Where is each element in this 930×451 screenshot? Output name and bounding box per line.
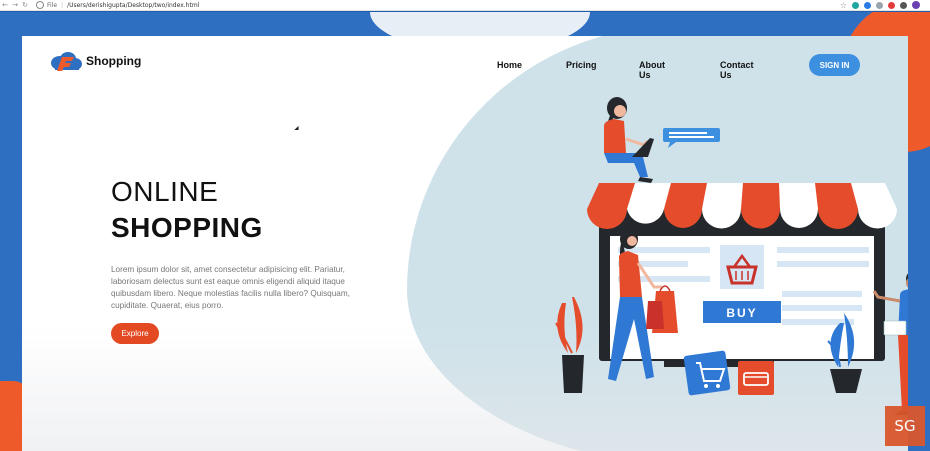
extension-icon[interactable] bbox=[864, 1, 871, 9]
hero-title-line1: ONLINE bbox=[111, 176, 219, 207]
extensions-area: ☆ bbox=[840, 1, 930, 10]
woman-with-laptop-figure bbox=[604, 97, 654, 183]
nav-home[interactable]: Home bbox=[497, 60, 522, 70]
extension-icon[interactable] bbox=[876, 1, 883, 9]
nav-about-us[interactable]: About Us bbox=[639, 60, 665, 80]
browser-toolbar: ← → ↻ File | /Users/derishigupta/Desktop… bbox=[0, 0, 930, 11]
chat-bubble bbox=[663, 128, 720, 148]
back-icon[interactable]: ← bbox=[0, 0, 10, 11]
channel-watermark: SG bbox=[885, 406, 925, 446]
sign-in-button[interactable]: SIGN IN bbox=[809, 54, 860, 76]
cart-box bbox=[683, 350, 731, 396]
logo-text: Shopping bbox=[86, 54, 142, 68]
potted-plant-left bbox=[555, 297, 584, 393]
extension-icon[interactable] bbox=[852, 1, 859, 9]
address-bar[interactable]: /Users/derishigupta/Desktop/two/index.ht… bbox=[67, 2, 199, 9]
profile-avatar[interactable] bbox=[912, 1, 920, 9]
nav-contact-us[interactable]: Contact Us bbox=[720, 60, 754, 80]
url-separator: | bbox=[61, 1, 64, 9]
logo[interactable]: Shopping bbox=[50, 50, 141, 72]
info-icon[interactable] bbox=[36, 1, 44, 9]
shop-illustration: BUY bbox=[555, 97, 908, 415]
hero-title-line2: SHOPPING bbox=[111, 212, 263, 243]
explore-button[interactable]: Explore bbox=[111, 323, 159, 344]
buy-sign-label: BUY bbox=[726, 306, 757, 320]
extension-icon[interactable] bbox=[888, 1, 895, 9]
nav-pricing[interactable]: Pricing bbox=[566, 60, 597, 70]
bookmark-star-icon[interactable]: ☆ bbox=[840, 1, 847, 10]
extension-icon[interactable] bbox=[900, 1, 907, 9]
payment-box bbox=[738, 361, 774, 395]
reload-icon[interactable]: ↻ bbox=[20, 0, 30, 11]
url-scheme[interactable]: File bbox=[47, 2, 57, 9]
landing-page: Shopping Home Pricing About Us Contact U… bbox=[22, 36, 908, 451]
hero-description: Lorem ipsum dolor sit, amet consectetur … bbox=[111, 265, 350, 310]
forward-icon[interactable]: → bbox=[10, 0, 20, 11]
cloud-logo-icon bbox=[50, 50, 84, 72]
